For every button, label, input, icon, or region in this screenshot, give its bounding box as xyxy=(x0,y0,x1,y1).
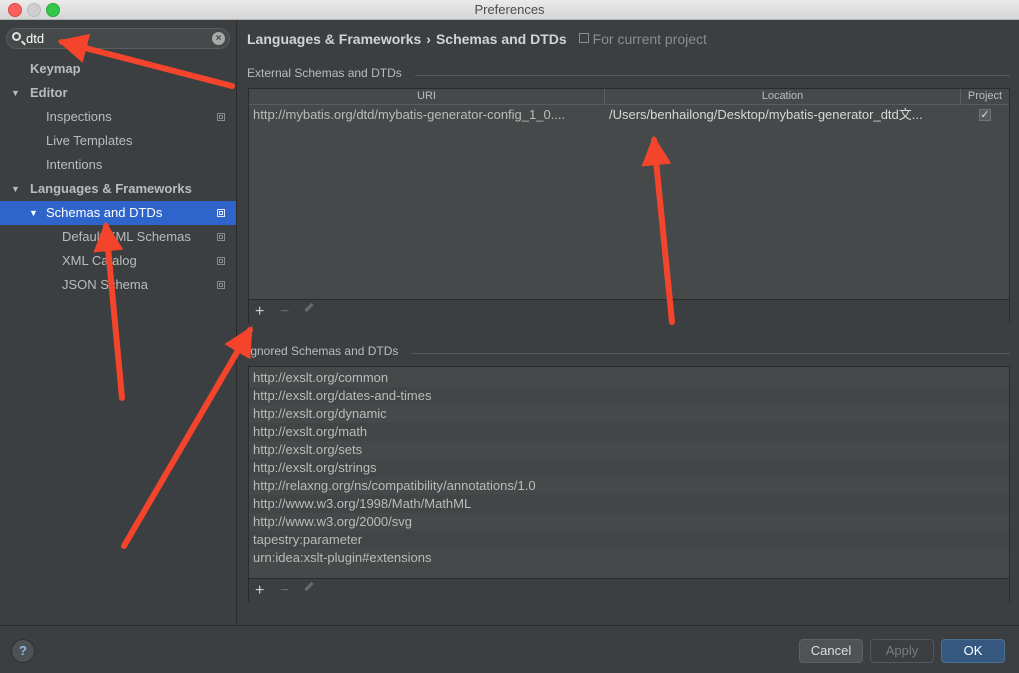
dialog-footer: ? Cancel Apply OK xyxy=(0,625,1019,673)
list-item[interactable]: tapestry:parameter xyxy=(249,531,1009,549)
sidebar-item-languages-frameworks[interactable]: ▼ Languages & Frameworks xyxy=(0,177,236,201)
project-scope-icon xyxy=(578,33,589,43)
add-schema-button[interactable]: + xyxy=(255,304,264,320)
sidebar-item-json-schema[interactable]: JSON Schema xyxy=(0,273,236,297)
project-scope-icon xyxy=(217,233,225,241)
sidebar-item-label: Editor xyxy=(30,85,68,100)
sidebar-item-label: Schemas and DTDs xyxy=(46,205,163,220)
breadcrumb-separator: › xyxy=(426,31,431,47)
external-section-title: External Schemas and DTDs xyxy=(247,66,402,80)
breadcrumb-parent[interactable]: Languages & Frameworks xyxy=(247,31,421,47)
list-item[interactable]: http://exslt.org/sets xyxy=(249,441,1009,459)
list-item-label: http://www.w3.org/2000/svg xyxy=(253,514,412,529)
add-ignored-button[interactable]: + xyxy=(255,583,264,599)
list-item-label: http://www.w3.org/1998/Math/MathML xyxy=(253,496,472,511)
scope-label: For current project xyxy=(578,31,707,47)
sidebar-item-xml-catalog[interactable]: XML Catalog xyxy=(0,249,236,273)
search-icon xyxy=(12,32,21,41)
list-item[interactable]: http://exslt.org/common xyxy=(249,369,1009,387)
close-window-button[interactable] xyxy=(8,3,22,17)
external-schemas-panel: URI Location Project http://mybatis.org/… xyxy=(248,88,1010,324)
location-cell[interactable]: /Users/benhailong/Desktop/mybatis-genera… xyxy=(609,105,955,125)
list-item[interactable]: urn:idea:xslt-plugin#extensions xyxy=(249,549,1009,567)
ok-button[interactable]: OK xyxy=(941,639,1005,663)
list-item-label: http://exslt.org/math xyxy=(253,424,368,439)
sidebar-item-label: Languages & Frameworks xyxy=(30,181,192,196)
breadcrumb-current: Schemas and DTDs xyxy=(435,31,567,47)
settings-content: Languages & Frameworks › Schemas and DTDs … xyxy=(237,20,1019,625)
list-item[interactable]: http://www.w3.org/1998/Math/MathML xyxy=(249,495,1009,513)
sidebar-item-label: Intentions xyxy=(46,157,103,172)
column-header-uri[interactable]: URI xyxy=(249,89,604,105)
column-header-location[interactable]: Location xyxy=(605,89,960,105)
remove-schema-button[interactable]: − xyxy=(280,304,289,320)
section-divider xyxy=(411,353,1010,354)
external-toolbar: + − xyxy=(249,299,1009,324)
list-item-label: urn:idea:xslt-plugin#extensions xyxy=(253,550,432,565)
breadcrumb: Languages & Frameworks › Schemas and DTDs … xyxy=(247,31,707,47)
uri-cell[interactable]: http://mybatis.org/dtd/mybatis-generator… xyxy=(253,105,601,125)
edit-icon[interactable] xyxy=(304,581,314,592)
list-item-label: http://exslt.org/strings xyxy=(253,460,377,475)
maximize-window-button[interactable] xyxy=(46,3,60,17)
project-scope-icon xyxy=(217,209,225,217)
cancel-button[interactable]: Cancel xyxy=(799,639,863,663)
list-item[interactable]: http://exslt.org/dynamic xyxy=(249,405,1009,423)
section-divider xyxy=(415,75,1010,76)
column-header-project[interactable]: Project xyxy=(961,89,1009,105)
list-item-label: http://exslt.org/dates-and-times xyxy=(253,388,432,403)
sidebar-item-keymap[interactable]: Keymap xyxy=(0,57,236,81)
ignored-toolbar: + − xyxy=(249,578,1009,603)
settings-sidebar: × Keymap ▼ Editor Inspections Live Templ… xyxy=(0,20,237,625)
sidebar-item-label: Inspections xyxy=(46,109,112,124)
list-item-label: http://exslt.org/dynamic xyxy=(253,406,387,421)
sidebar-item-intentions[interactable]: Intentions xyxy=(0,153,236,177)
list-item-label: tapestry:parameter xyxy=(253,532,363,547)
window-titlebar: Preferences xyxy=(0,0,1019,20)
list-item[interactable]: http://relaxng.org/ns/compatibility/anno… xyxy=(249,477,1009,495)
sidebar-item-label: Default XML Schemas xyxy=(62,229,191,244)
apply-button[interactable]: Apply xyxy=(870,639,934,663)
ignored-section-title: Ignored Schemas and DTDs xyxy=(247,344,399,358)
scope-text: For current project xyxy=(592,31,707,47)
list-item[interactable]: http://exslt.org/dates-and-times xyxy=(249,387,1009,405)
list-item[interactable]: http://exslt.org/strings xyxy=(249,459,1009,477)
help-icon[interactable]: ? xyxy=(11,639,35,663)
edit-icon[interactable] xyxy=(304,302,314,313)
expand-triangle-icon[interactable]: ▼ xyxy=(11,177,20,201)
settings-search[interactable]: × xyxy=(6,28,230,49)
sidebar-item-default-xml-schemas[interactable]: Default XML Schemas xyxy=(0,225,236,249)
list-item-label: http://relaxng.org/ns/compatibility/anno… xyxy=(253,478,536,493)
search-input[interactable] xyxy=(26,30,206,47)
sidebar-item-label: XML Catalog xyxy=(62,253,137,268)
sidebar-item-editor[interactable]: ▼ Editor xyxy=(0,81,236,105)
project-checkbox[interactable]: ✓ xyxy=(979,109,991,121)
project-scope-icon xyxy=(217,281,225,289)
project-scope-icon xyxy=(217,257,225,265)
expand-triangle-icon[interactable]: ▼ xyxy=(29,201,38,225)
sidebar-item-label: Keymap xyxy=(30,61,81,76)
remove-ignored-button[interactable]: − xyxy=(280,583,289,599)
sidebar-item-schemas-and-dtds[interactable]: ▼ Schemas and DTDs xyxy=(0,201,236,225)
list-item-label: http://exslt.org/sets xyxy=(253,442,363,457)
list-item[interactable]: http://www.w3.org/2000/svg xyxy=(249,513,1009,531)
window-title: Preferences xyxy=(474,2,545,17)
clear-icon[interactable]: × xyxy=(212,32,225,45)
sidebar-item-label: JSON Schema xyxy=(62,277,148,292)
sidebar-item-label: Live Templates xyxy=(46,133,133,148)
expand-triangle-icon[interactable]: ▼ xyxy=(11,81,20,105)
list-item[interactable]: http://exslt.org/math xyxy=(249,423,1009,441)
list-item-label: http://exslt.org/common xyxy=(253,370,389,385)
ignored-schemas-panel: http://exslt.org/common http://exslt.org… xyxy=(248,366,1010,603)
sidebar-item-inspections[interactable]: Inspections xyxy=(0,105,236,129)
minimize-window-button[interactable] xyxy=(27,3,41,17)
sidebar-item-live-templates[interactable]: Live Templates xyxy=(0,129,236,153)
project-scope-icon xyxy=(217,113,225,121)
